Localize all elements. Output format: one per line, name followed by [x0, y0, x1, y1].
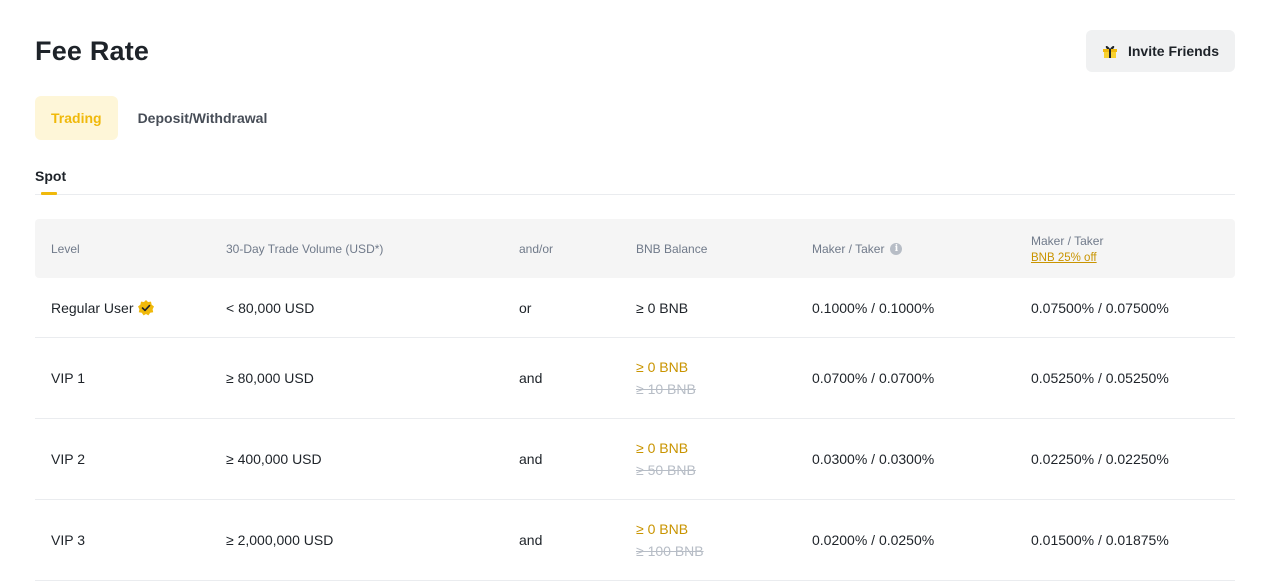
table-header: Level 30-Day Trade Volume (USD*) and/or …	[35, 219, 1235, 278]
cell-andor: and	[519, 370, 543, 386]
tab-deposit-withdrawal[interactable]: Deposit/Withdrawal	[122, 96, 284, 140]
cell-level: VIP 2	[51, 451, 85, 467]
cell-andor: and	[519, 532, 543, 548]
cell-maker-taker: 0.0300% / 0.0300%	[812, 451, 935, 467]
invite-friends-button[interactable]: Invite Friends	[1086, 30, 1235, 72]
cell-andor: and	[519, 451, 543, 467]
cell-maker-taker-discount: 0.05250% / 0.05250%	[1031, 370, 1169, 386]
subtab-spot[interactable]: Spot	[35, 168, 66, 184]
table-row: VIP 2 ≥ 400,000 USD and ≥ 0 BNB ≥ 50 BNB…	[35, 419, 1235, 500]
header-maker-taker-discount-label: Maker / Taker	[1031, 233, 1104, 248]
bnb-current: ≥ 0 BNB	[636, 359, 689, 375]
page-title: Fee Rate	[35, 36, 150, 66]
info-icon[interactable]: i	[890, 242, 903, 255]
cell-volume: ≥ 2,000,000 USD	[226, 532, 334, 548]
subtab-active-indicator	[41, 192, 57, 195]
table-row: VIP 3 ≥ 2,000,000 USD and ≥ 0 BNB ≥ 100 …	[35, 500, 1235, 581]
cell-level: Regular User	[51, 278, 155, 337]
tab-trading[interactable]: Trading	[35, 96, 118, 140]
cell-volume: ≥ 400,000 USD	[226, 451, 322, 467]
header-andor: and/or	[519, 241, 554, 256]
table-row: Regular User < 80,000 USD or ≥ 0 BNB 0.1…	[35, 278, 1235, 338]
table-row: VIP 1 ≥ 80,000 USD and ≥ 0 BNB ≥ 10 BNB …	[35, 338, 1235, 419]
cell-bnb: ≥ 0 BNB	[636, 299, 689, 316]
cell-maker-taker-discount: 0.01500% / 0.01875%	[1031, 532, 1169, 548]
cell-maker-taker-discount: 0.07500% / 0.07500%	[1031, 299, 1169, 316]
cell-bnb: ≥ 0 BNB ≥ 10 BNB	[636, 338, 696, 418]
gift-icon	[1102, 43, 1118, 59]
invite-friends-label: Invite Friends	[1127, 43, 1220, 59]
cell-maker-taker: 0.0200% / 0.0250%	[812, 532, 935, 548]
bnb-previous: ≥ 50 BNB	[636, 462, 696, 478]
bnb-current: ≥ 0 BNB	[636, 440, 689, 456]
header-maker-taker-discount: Maker / Taker BNB 25% off	[1031, 219, 1103, 278]
cell-bnb: ≥ 0 BNB ≥ 100 BNB	[636, 500, 704, 580]
cell-andor: or	[519, 299, 532, 316]
bnb-previous: ≥ 10 BNB	[636, 381, 696, 397]
header-maker-taker: Maker / Taker i	[812, 219, 903, 278]
cell-maker-taker: 0.0700% / 0.0700%	[812, 370, 935, 386]
subtab-bar: Spot	[35, 168, 1235, 195]
cell-maker-taker-discount: 0.02250% / 0.02250%	[1031, 451, 1169, 467]
cell-level: VIP 1	[51, 370, 85, 386]
header-maker-taker-label: Maker / Taker	[812, 241, 885, 256]
verified-badge-icon	[137, 299, 155, 317]
header-level: Level	[51, 241, 80, 256]
header-bnb-balance: BNB Balance	[636, 241, 708, 256]
level-label: Regular User	[51, 299, 134, 316]
cell-volume: < 80,000 USD	[226, 299, 315, 316]
fee-tabs: Trading Deposit/Withdrawal	[35, 96, 283, 140]
header-volume: 30-Day Trade Volume (USD*)	[226, 241, 384, 256]
cell-level: VIP 3	[51, 532, 85, 548]
bnb-current: ≥ 0 BNB	[636, 521, 689, 537]
cell-bnb: ≥ 0 BNB ≥ 50 BNB	[636, 419, 696, 499]
cell-maker-taker: 0.1000% / 0.1000%	[812, 299, 935, 316]
fee-rate-table: Level 30-Day Trade Volume (USD*) and/or …	[35, 219, 1235, 581]
bnb-previous: ≥ 100 BNB	[636, 543, 704, 559]
cell-volume: ≥ 80,000 USD	[226, 370, 314, 386]
bnb-discount-link[interactable]: BNB 25% off	[1031, 252, 1103, 264]
